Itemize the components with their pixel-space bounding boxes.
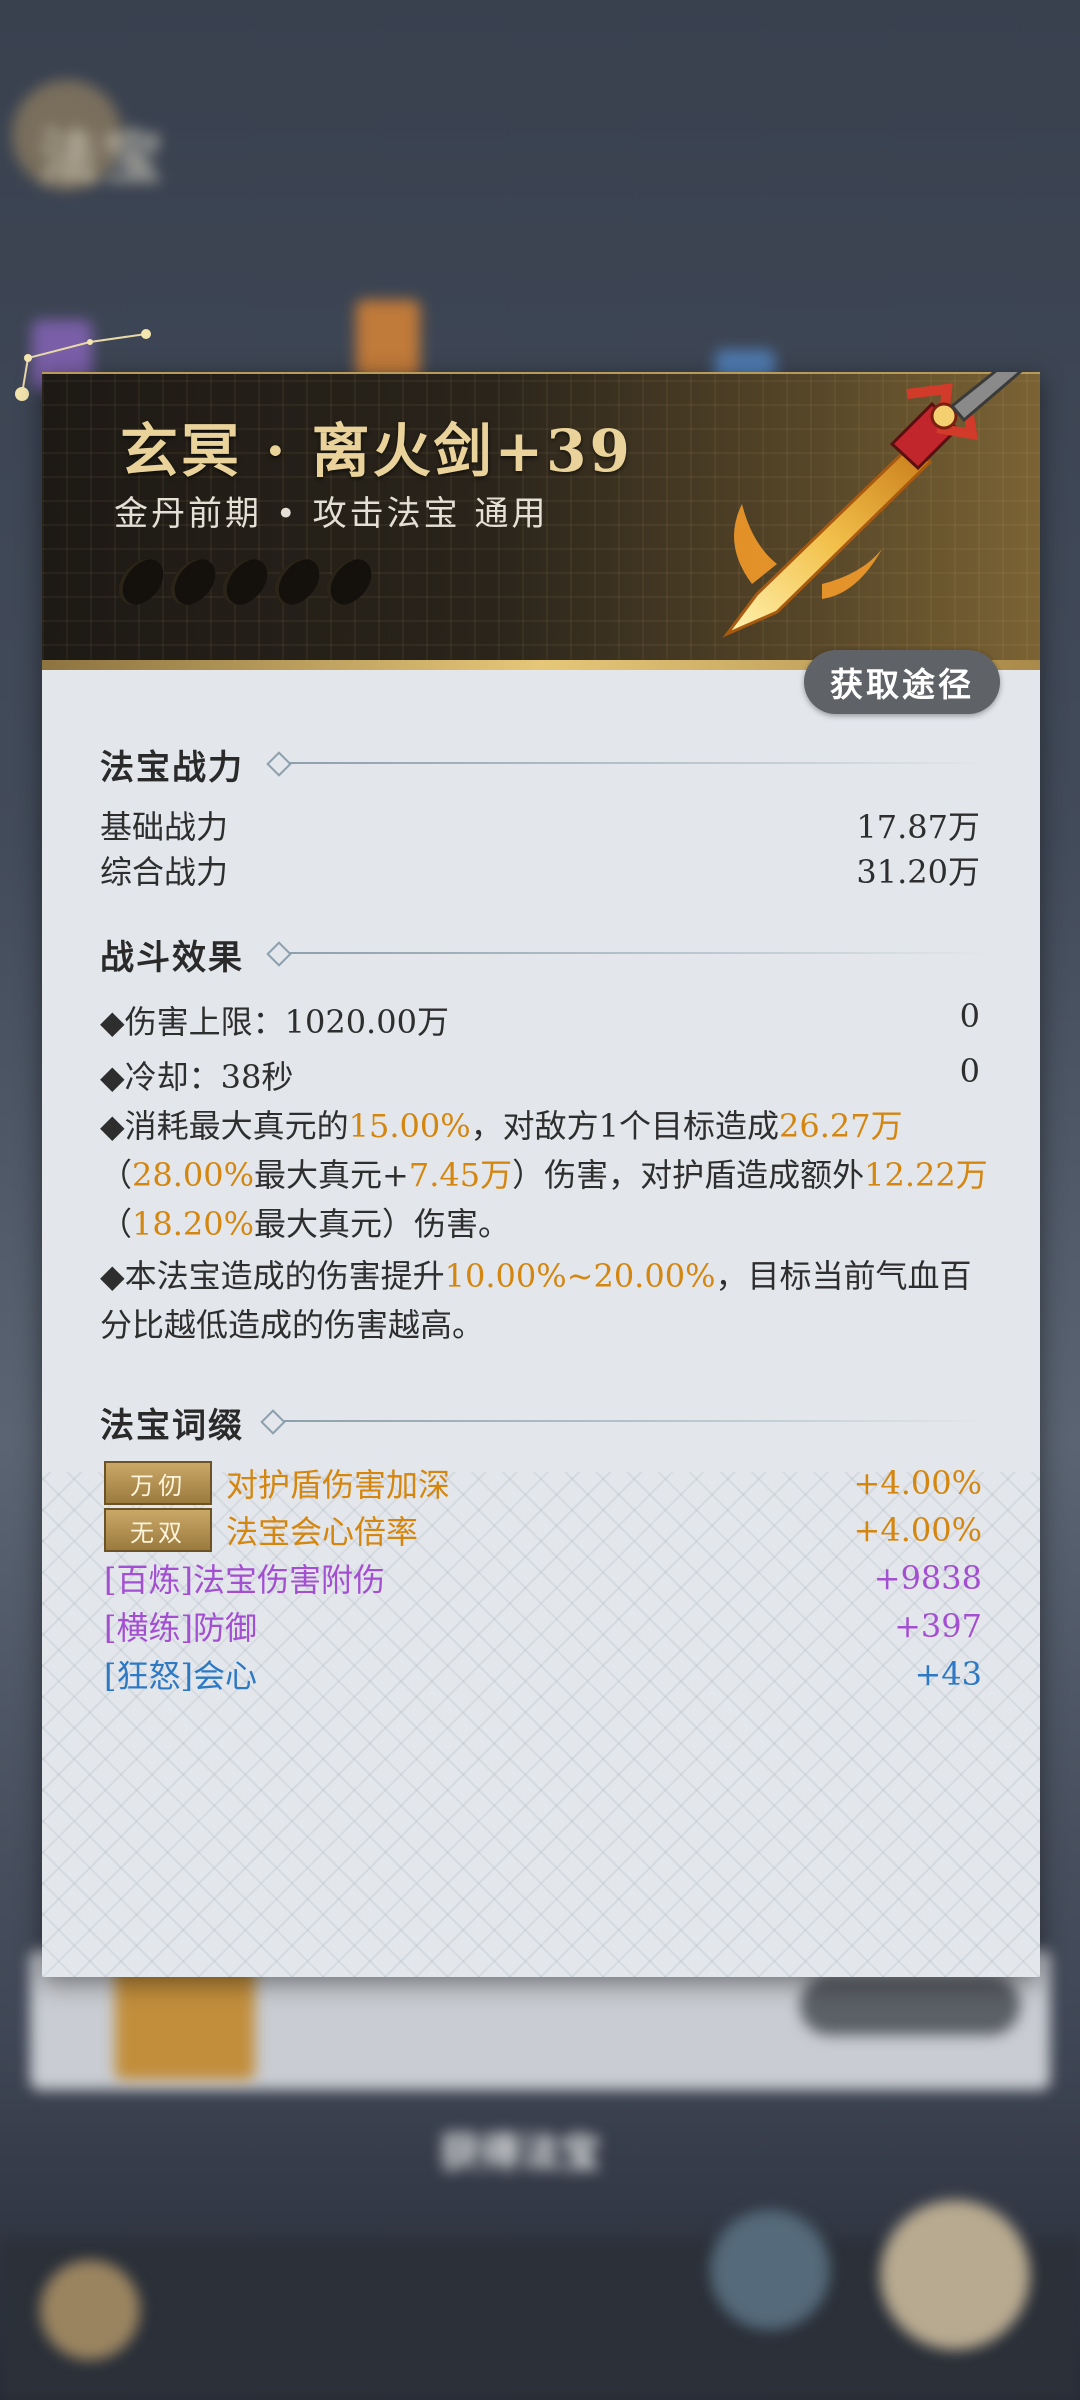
section-divider bbox=[284, 1420, 990, 1422]
background-nav-icon bbox=[710, 2210, 830, 2330]
star-mark-icon bbox=[320, 559, 378, 605]
section-title-combat: 战斗效果 bbox=[100, 938, 244, 978]
combat-value: 0 bbox=[959, 997, 980, 1035]
power-row-base: 基础战力 17.87万 bbox=[100, 802, 980, 848]
star-mark-icon bbox=[268, 559, 326, 605]
affix-row: [狂怒]会心 +43 bbox=[104, 1651, 982, 1697]
power-label: 基础战力 bbox=[100, 808, 229, 846]
item-header: 玄冥 · 离火剑+39 金丹前期 • 攻击法宝 通用 bbox=[42, 372, 1040, 670]
affix-label: 对护盾伤害加深 bbox=[226, 1466, 451, 1504]
sword-icon bbox=[722, 372, 1023, 638]
affix-value: +9838 bbox=[873, 1559, 982, 1597]
combat-label: ◆伤害上限：1020.00万 bbox=[100, 1003, 449, 1041]
background-nav-icon bbox=[880, 2200, 1030, 2350]
background-lower-title: 获得法宝 bbox=[440, 2129, 600, 2176]
section-title-power: 法宝战力 bbox=[100, 748, 244, 788]
section-ornament-icon bbox=[260, 1409, 286, 1435]
background-thumbnail bbox=[115, 1960, 255, 2080]
affix-row: 万仞 对护盾伤害加深 +4.00% bbox=[104, 1460, 982, 1506]
combat-value: 0 bbox=[959, 1052, 980, 1090]
item-detail-card: 玄冥 · 离火剑+39 金丹前期 • 攻击法宝 通用 获取途径 法宝战力 基础战… bbox=[42, 372, 1040, 1977]
star-mark-icon bbox=[112, 559, 170, 605]
affix-label: [百炼]法宝伤害附伤 bbox=[104, 1561, 385, 1599]
item-subtitle: 金丹前期 • 攻击法宝 通用 bbox=[114, 494, 549, 534]
affix-badge: 万仞 bbox=[104, 1461, 212, 1505]
combat-row-damage-cap: ◆伤害上限：1020.00万 0 bbox=[100, 997, 980, 1043]
star-rating bbox=[112, 559, 378, 605]
affix-badge: 无双 bbox=[104, 1508, 212, 1552]
combat-label: ◆冷却：38秒 bbox=[100, 1058, 294, 1096]
background-tab bbox=[356, 300, 420, 380]
affix-label: [横练]防御 bbox=[104, 1609, 257, 1647]
affix-value: +4.00% bbox=[853, 1511, 982, 1549]
affix-value: +397 bbox=[894, 1607, 982, 1645]
combat-effect-boost: ◆本法宝造成的伤害提升10.00%~20.00%，目标当前气血百分比越低造成的伤… bbox=[100, 1257, 972, 1344]
affix-value: +4.00% bbox=[853, 1464, 982, 1502]
power-value: 17.87万 bbox=[856, 808, 980, 846]
power-row-total: 综合战力 31.20万 bbox=[100, 847, 980, 893]
affix-label: 法宝会心倍率 bbox=[226, 1513, 419, 1551]
star-mark-icon bbox=[164, 559, 222, 605]
obtain-source-button[interactable]: 获取途径 bbox=[804, 650, 1000, 714]
background-nav-icon bbox=[40, 2260, 140, 2360]
section-divider bbox=[290, 762, 990, 764]
section-ornament-icon bbox=[266, 751, 292, 777]
affix-row: 无双 法宝会心倍率 +4.00% bbox=[104, 1507, 982, 1553]
item-name: 玄冥 · 离火剑+39 bbox=[120, 417, 633, 485]
affix-row: [横练]防御 +397 bbox=[104, 1603, 982, 1649]
combat-row-cooldown: ◆冷却：38秒 0 bbox=[100, 1052, 980, 1098]
section-ornament-icon bbox=[266, 941, 292, 967]
section-title-affixes: 法宝词缀 bbox=[100, 1406, 244, 1446]
background-button bbox=[800, 1975, 1020, 2035]
power-label: 综合战力 bbox=[100, 853, 229, 891]
affix-label: [狂怒]会心 bbox=[104, 1657, 257, 1695]
background-title: 法宝 bbox=[40, 123, 169, 191]
star-mark-icon bbox=[216, 559, 274, 605]
power-value: 31.20万 bbox=[856, 853, 980, 891]
section-divider bbox=[290, 952, 990, 954]
affix-row: [百炼]法宝伤害附伤 +9838 bbox=[104, 1555, 982, 1601]
affix-value: +43 bbox=[914, 1655, 982, 1693]
combat-effect-consume: ◆消耗最大真元的15.00%，对敌方1个目标造成26.27万（28.00%最大真… bbox=[100, 1107, 988, 1243]
